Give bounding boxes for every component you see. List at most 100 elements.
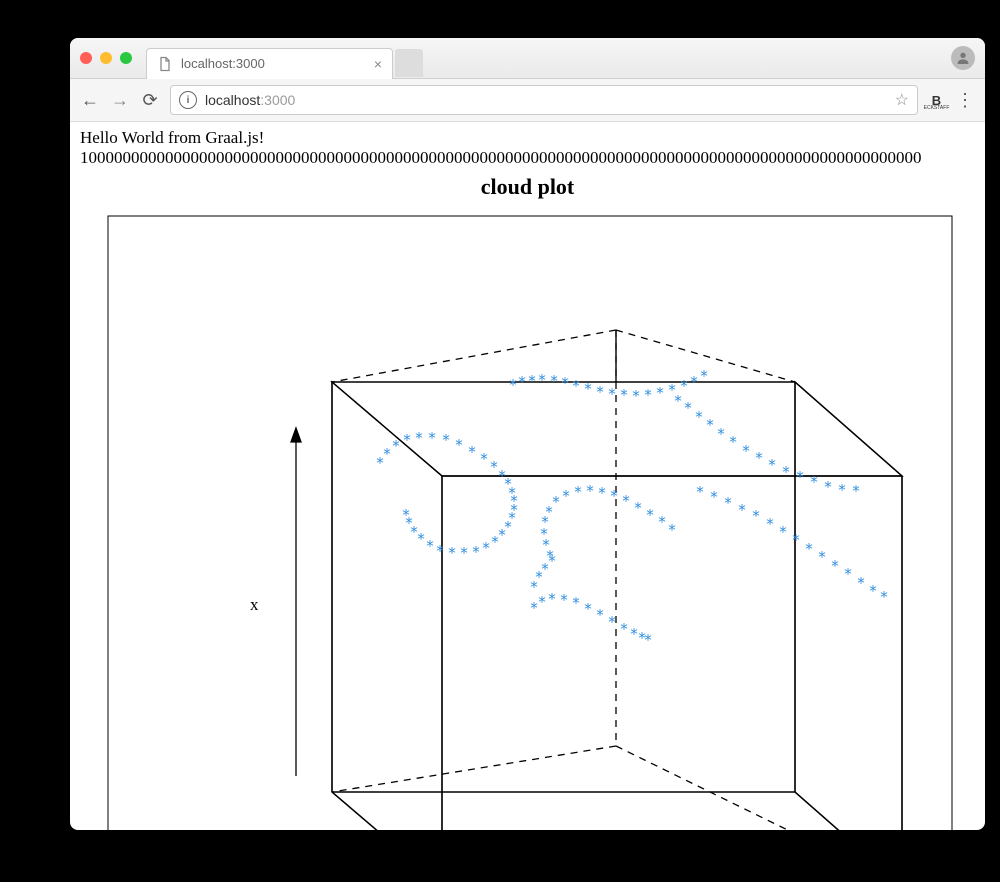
cloud-plot: x **************************************… xyxy=(80,206,975,830)
scatter-point: * xyxy=(547,590,556,608)
scatter-point: * xyxy=(435,542,444,560)
window-controls xyxy=(80,52,132,64)
scatter-point: * xyxy=(427,429,436,447)
scatter-point: * xyxy=(643,631,652,649)
scatter-point: * xyxy=(560,374,569,392)
tab-title: localhost:3000 xyxy=(181,56,265,71)
scatter-point: * xyxy=(767,456,776,474)
close-window-button[interactable] xyxy=(80,52,92,64)
scatter-point: * xyxy=(551,493,560,511)
scatter-point: * xyxy=(705,416,714,434)
browser-window: localhost:3000 × ← → ⟳ i localhost:3000 … xyxy=(70,38,985,830)
scatter-point: * xyxy=(607,613,616,631)
scatter-point: * xyxy=(583,600,592,618)
scatter-point: * xyxy=(425,537,434,555)
scatter-point: * xyxy=(382,445,391,463)
new-tab-button[interactable] xyxy=(395,49,423,77)
extension-button[interactable]: B ECKSTAFF xyxy=(928,92,945,109)
scatter-point: * xyxy=(537,593,546,611)
scatter-point: * xyxy=(879,588,888,606)
scatter-point: * xyxy=(823,478,832,496)
page-text-line-2: 1000000000000000000000000000000000000000… xyxy=(80,148,975,168)
address-bar[interactable]: i localhost:3000 ☆ xyxy=(170,85,918,115)
profile-button[interactable] xyxy=(951,46,975,70)
scatter-point: * xyxy=(795,468,804,486)
scatter-point: * xyxy=(561,487,570,505)
site-info-icon[interactable]: i xyxy=(179,91,197,109)
scatter-point: * xyxy=(619,386,628,404)
scatter-point: * xyxy=(447,544,456,562)
scatter-point: * xyxy=(754,449,763,467)
minimize-window-button[interactable] xyxy=(100,52,112,64)
scatter-point: * xyxy=(595,383,604,401)
scatter-point: * xyxy=(741,442,750,460)
person-icon xyxy=(955,50,971,66)
scatter-point: * xyxy=(643,386,652,404)
scatter-point: * xyxy=(585,482,594,500)
scatter-point: * xyxy=(414,429,423,447)
scatter-point: * xyxy=(689,373,698,391)
forward-button[interactable]: → xyxy=(110,90,130,111)
close-tab-button[interactable]: × xyxy=(374,56,382,72)
scatter-point: * xyxy=(549,372,558,390)
scatter-point: * xyxy=(467,443,476,461)
browser-toolbar: ← → ⟳ i localhost:3000 ☆ B ECKSTAFF ⋮ xyxy=(70,79,985,122)
scatter-point: * xyxy=(856,574,865,592)
page-favicon-icon xyxy=(157,56,173,72)
scatter-point: * xyxy=(781,463,790,481)
scatter-point: * xyxy=(699,367,708,385)
scatter-point: * xyxy=(851,482,860,500)
scatter-point: * xyxy=(657,513,666,531)
scatter-point: * xyxy=(809,473,818,491)
scatter-point: * xyxy=(559,591,568,609)
scatter-point: * xyxy=(508,376,517,394)
scatter-point: * xyxy=(401,506,410,524)
scatter-point: * xyxy=(547,552,556,570)
scatter-point: * xyxy=(441,431,450,449)
scatter-point: * xyxy=(830,557,839,575)
scatter-point: * xyxy=(595,606,604,624)
scatter-point: * xyxy=(583,380,592,398)
axis-label-x: x xyxy=(250,595,259,614)
scatter-point: * xyxy=(573,483,582,501)
scatter-point: * xyxy=(607,385,616,403)
reload-button[interactable]: ⟳ xyxy=(140,90,160,111)
scatter-point: * xyxy=(778,523,787,541)
page-content: Hello World from Graal.js! 1000000000000… xyxy=(70,122,985,830)
scatter-point: * xyxy=(645,506,654,524)
scatter-point: * xyxy=(537,371,546,389)
scatter-point: * xyxy=(571,377,580,395)
scatter-point: * xyxy=(609,487,618,505)
scatter-point: * xyxy=(728,433,737,451)
scatter-point: * xyxy=(804,540,813,558)
scatter-point: * xyxy=(837,481,846,499)
scatter-point: * xyxy=(817,548,826,566)
browser-menu-button[interactable]: ⋮ xyxy=(955,90,975,111)
scatter-point: * xyxy=(683,399,692,417)
scatter-point: * xyxy=(454,436,463,454)
window-titlebar: localhost:3000 × xyxy=(70,38,985,79)
scatter-point: * xyxy=(490,533,499,551)
scatter-point: * xyxy=(481,539,490,557)
scatter-point: * xyxy=(621,492,630,510)
zoom-window-button[interactable] xyxy=(120,52,132,64)
scatter-point: * xyxy=(695,483,704,501)
scatter-point: * xyxy=(751,507,760,525)
scatter-point: * xyxy=(843,565,852,583)
scatter-point: * xyxy=(571,594,580,612)
page-text-line-1: Hello World from Graal.js! xyxy=(80,128,975,148)
scatter-point: * xyxy=(655,384,664,402)
scatter-point: * xyxy=(597,484,606,502)
scatter-point: * xyxy=(791,531,800,549)
scatter-point: * xyxy=(667,521,676,539)
browser-tab[interactable]: localhost:3000 × xyxy=(146,48,393,79)
scatter-point: * xyxy=(723,494,732,512)
scatter-point: * xyxy=(694,408,703,426)
back-button[interactable]: ← xyxy=(80,90,100,111)
scatter-point: * xyxy=(517,373,526,391)
scatter-point: * xyxy=(619,620,628,638)
scatter-point: * xyxy=(737,501,746,519)
scatter-point: * xyxy=(765,515,774,533)
scatter-point: * xyxy=(631,387,640,405)
bookmark-star-icon[interactable]: ☆ xyxy=(895,90,909,110)
